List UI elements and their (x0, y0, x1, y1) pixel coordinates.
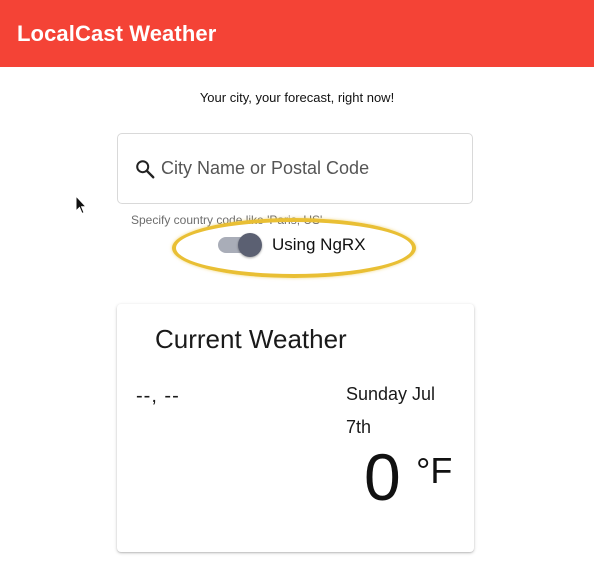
search-hint: Specify country code like 'Paris, US' (131, 213, 323, 227)
toggle-label: Using NgRX (272, 235, 366, 254)
app-toolbar: LocalCast Weather (0, 0, 594, 67)
app-title: LocalCast Weather (17, 20, 217, 46)
temperature-value: 0 (364, 440, 401, 514)
date-text: Sunday Jul 7th (346, 384, 436, 437)
city-search-field[interactable] (117, 133, 473, 204)
card-title: Current Weather (155, 324, 347, 354)
search-input[interactable] (161, 158, 451, 179)
toggle-track[interactable] (218, 233, 262, 257)
temperature-unit: °F (416, 450, 453, 491)
ngrx-toggle[interactable]: Using NgRX (218, 233, 366, 257)
toggle-thumb[interactable] (238, 233, 262, 257)
app-page: LocalCast Weather Your city, your foreca… (0, 0, 594, 563)
location-text: --, -- (136, 385, 180, 407)
current-weather-card: Current Weather --, -- Sunday Jul 7th 0 … (117, 304, 474, 552)
mouse-cursor-icon (75, 194, 88, 215)
tagline: Your city, your forecast, right now! (199, 90, 395, 105)
search-icon (134, 158, 156, 180)
